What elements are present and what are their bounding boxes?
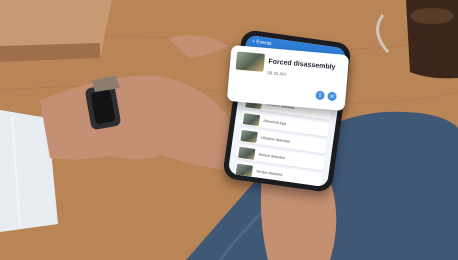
share-icon[interactable]: ⇪: [315, 90, 325, 101]
event-thumbnail: [238, 146, 256, 160]
events-header-label: Events: [255, 39, 272, 48]
event-label: Vibration detected: [260, 135, 290, 144]
event-label: Sensor detected: [258, 152, 285, 161]
event-label: Sensor detected: [256, 169, 283, 177]
notebook: [0, 0, 112, 62]
event-label: Abnormal logs: [263, 118, 287, 126]
trash-icon[interactable]: ✕: [327, 91, 337, 102]
popup-time: 09:35 AM: [267, 70, 287, 77]
event-thumbnail: [240, 129, 258, 143]
event-thumbnail: [235, 163, 254, 177]
popup-title: Forced disassembly: [268, 58, 336, 72]
chevron-left-icon[interactable]: ‹: [252, 39, 255, 45]
event-detail-popup[interactable]: Forced disassembly 09:35 AM ⇪ ✕: [226, 44, 350, 112]
event-thumbnail: [235, 51, 266, 72]
event-thumbnail: [242, 112, 261, 126]
